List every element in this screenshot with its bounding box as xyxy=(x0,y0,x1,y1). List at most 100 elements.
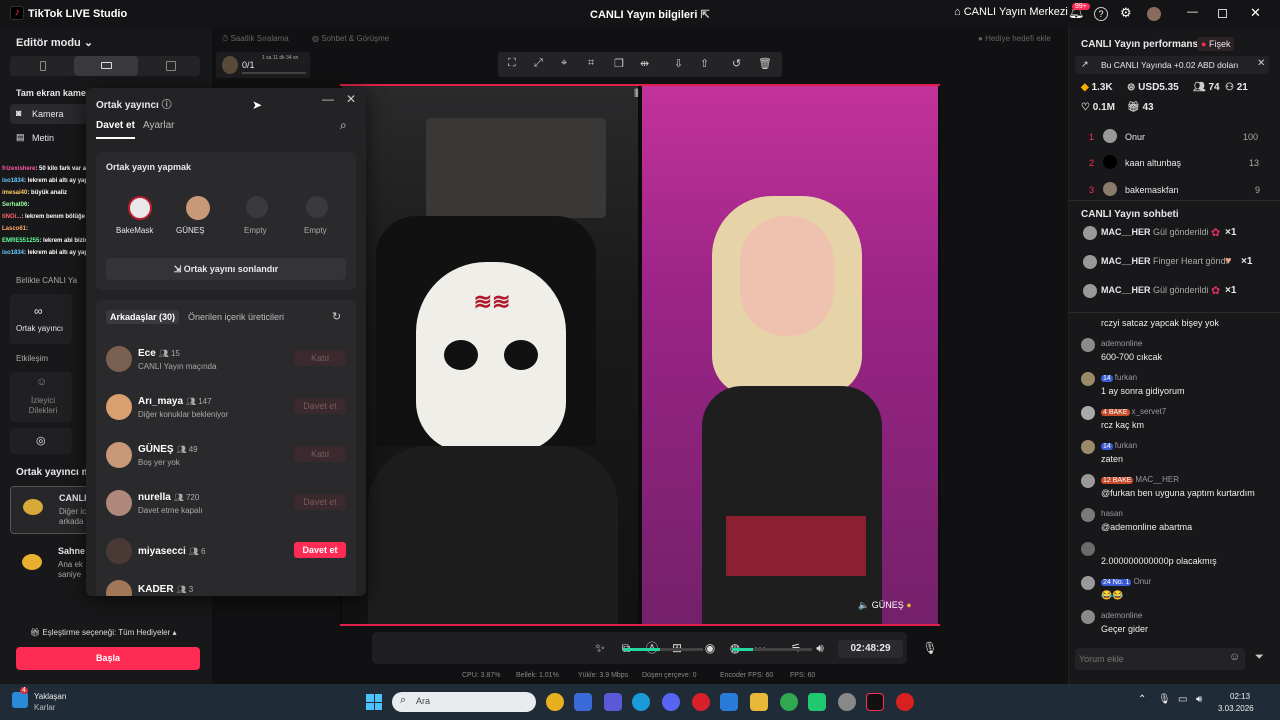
profile-avatar[interactable] xyxy=(1147,7,1161,21)
rank-score: 100 xyxy=(1243,132,1259,142)
close-popup-icon[interactable]: ✕ xyxy=(346,92,356,106)
mode-icon xyxy=(23,499,43,515)
mode-live-card[interactable]: CANLI Diğer ic arkada xyxy=(10,486,90,534)
hourly-rank-tab[interactable]: ⏱ Saatlik Sıralama xyxy=(222,34,289,44)
gift-count: ×1 xyxy=(1225,285,1237,296)
invite-button[interactable]: Davet et xyxy=(294,494,346,510)
empty-slot-icon[interactable] xyxy=(306,196,328,218)
filter-icon[interactable]: ⏷ xyxy=(1255,651,1264,664)
tab-friends[interactable]: Arkadaşlar (30) xyxy=(106,310,180,324)
mode-stage-card[interactable]: Sahne Ana ek saniye xyxy=(10,540,90,588)
tray-mic-icon[interactable]: 🎙︎ xyxy=(1158,694,1171,705)
delete-icon[interactable]: 🗑︎ xyxy=(758,57,772,70)
minimize-popup-icon[interactable]: — xyxy=(322,92,334,106)
rotate-icon[interactable]: ↺ xyxy=(732,57,741,70)
search-icon[interactable]: ⌕ xyxy=(340,118,347,133)
invite-button[interactable]: Davet et xyxy=(294,542,346,558)
slot-avatar[interactable] xyxy=(186,196,210,220)
video-frame[interactable]: ≋≋ 🔈 GÜNEŞ ● ⦀ xyxy=(340,84,940,626)
mic-slider[interactable] xyxy=(732,648,812,651)
finger-heart-icon: ♥ xyxy=(1225,255,1232,267)
co-host-tile[interactable]: ∞ Ortak yayıncı xyxy=(10,294,72,344)
split-icon[interactable] xyxy=(166,61,176,71)
tab-invite[interactable]: Davet et xyxy=(96,120,135,139)
live-info-button[interactable]: CANLI Yayın bilgileri ⇱ xyxy=(590,8,710,21)
help-icon[interactable]: ? xyxy=(1094,7,1108,21)
live-info-label: CANLI Yayın bilgileri xyxy=(590,9,698,21)
edge-icon[interactable] xyxy=(632,693,650,711)
slot-avatar[interactable] xyxy=(128,196,152,220)
divider xyxy=(1069,200,1280,201)
duplicate-icon[interactable]: ❐ xyxy=(614,57,624,70)
tray-chevron-icon[interactable]: ⌃ xyxy=(1138,694,1146,705)
chat-video-tab[interactable]: ◍ Sohbet & Görüşme xyxy=(312,34,389,43)
restore-icon[interactable] xyxy=(1218,9,1227,18)
xbox-icon[interactable] xyxy=(808,693,826,711)
teams-icon[interactable] xyxy=(604,693,622,711)
start-button[interactable]: Başla xyxy=(16,647,200,670)
link-icon: ∞ xyxy=(34,304,43,318)
tiktok-live-taskbar-icon[interactable] xyxy=(866,693,884,711)
layer-up-icon[interactable]: ⇧ xyxy=(700,57,709,70)
opera-icon[interactable] xyxy=(692,693,710,711)
center-icon[interactable]: ⌖ xyxy=(561,57,567,70)
comment-box[interactable]: ☺ xyxy=(1075,648,1245,670)
flip-icon[interactable]: ⇹ xyxy=(640,57,649,70)
store-icon[interactable] xyxy=(574,693,592,711)
text-source-button[interactable]: ▤ Metin xyxy=(10,128,90,148)
goal-widget[interactable]: 0/1 1 sa 11 dk 34 sn xyxy=(216,52,310,78)
invite-button[interactable]: Davet et xyxy=(294,398,346,414)
end-co-host-button[interactable]: ⇲ Ortak yayını sonlandır xyxy=(106,258,346,280)
mail-icon[interactable] xyxy=(720,693,738,711)
wall-frame xyxy=(426,118,606,218)
gift-item: MAC__HER Gül gönderildi ✿ ×1 xyxy=(1081,283,1275,299)
tab-suggested[interactable]: Önerilen içerik üreticileri xyxy=(188,312,284,322)
rank-score: 13 xyxy=(1249,158,1260,168)
tray-network-icon[interactable]: ▭ xyxy=(1178,694,1187,705)
editor-mode-dropdown[interactable]: Editör modu ⌄ xyxy=(16,36,93,49)
comment-input[interactable] xyxy=(1079,651,1219,667)
crop-icon[interactable]: ⌗ xyxy=(588,57,594,70)
live-center-button[interactable]: ⌂ CANLI Yayın Merkezi xyxy=(954,6,1068,18)
fisek-button[interactable]: ● Fişek xyxy=(1197,37,1235,51)
youtube-icon[interactable] xyxy=(896,693,914,711)
gifters-stat: 🎁︎ 43 xyxy=(1127,102,1154,113)
viewer-requests-tile[interactable]: ☺ İzleyici Dilekleri xyxy=(10,372,72,422)
join-button[interactable]: Katıl xyxy=(294,446,346,462)
close-banner-icon[interactable]: ✕ xyxy=(1257,58,1265,69)
match-option-dropdown[interactable]: 🎁︎ Eşleştirme seçeneği: Tüm Hediyeler ▴ xyxy=(30,628,177,637)
settings-gear-icon[interactable]: ⚙ xyxy=(1120,5,1132,21)
layer-down-icon[interactable]: ⇩ xyxy=(674,57,683,70)
close-window-icon[interactable]: ✕ xyxy=(1250,5,1261,21)
chrome-icon[interactable] xyxy=(546,693,564,711)
weather-badge: 4 xyxy=(20,687,28,694)
file-explorer-icon[interactable] xyxy=(750,693,768,711)
chrome-alt-icon[interactable] xyxy=(780,693,798,711)
discord-icon[interactable] xyxy=(662,693,680,711)
tab-settings[interactable]: Ayarlar xyxy=(143,120,175,131)
weather-icon[interactable] xyxy=(12,692,28,708)
empty-slot-icon[interactable] xyxy=(246,196,268,218)
fit-icon[interactable]: ⛶ xyxy=(508,57,516,70)
microphone-icon[interactable]: 🎙︎ xyxy=(922,640,938,656)
camera-source-button[interactable]: ◙ Kamera xyxy=(10,104,90,124)
volume-slider[interactable] xyxy=(623,648,703,651)
drag-handle-icon[interactable]: ⦀ xyxy=(634,88,639,101)
expand-icon[interactable]: ⤢ xyxy=(534,57,543,70)
join-button[interactable]: Katıl xyxy=(294,350,346,366)
refresh-icon[interactable]: ↻ xyxy=(332,310,341,323)
windows-start-icon[interactable] xyxy=(366,694,382,710)
portrait-icon[interactable] xyxy=(40,61,46,71)
guest-name: GÜNEŞ xyxy=(871,600,904,610)
app-icon[interactable] xyxy=(838,693,856,711)
friend-avatar xyxy=(106,580,132,596)
record-icon[interactable]: ◉ xyxy=(702,640,718,656)
tray-volume-icon[interactable]: 🔊︎ xyxy=(1196,694,1202,705)
interaction-tile[interactable]: ◎ xyxy=(10,428,72,454)
emoji-icon[interactable]: ☺ xyxy=(1229,651,1240,663)
taskbar-search[interactable]: ⌕ Ara xyxy=(392,692,536,712)
speaker-icon[interactable]: 🔊︎ xyxy=(812,640,828,656)
magic-wand-icon[interactable]: ✨︎ xyxy=(592,640,608,656)
gift-goal-button[interactable]: ● Hediye hedefi ekle xyxy=(978,34,1051,43)
minimize-icon[interactable]: — xyxy=(1187,6,1198,18)
